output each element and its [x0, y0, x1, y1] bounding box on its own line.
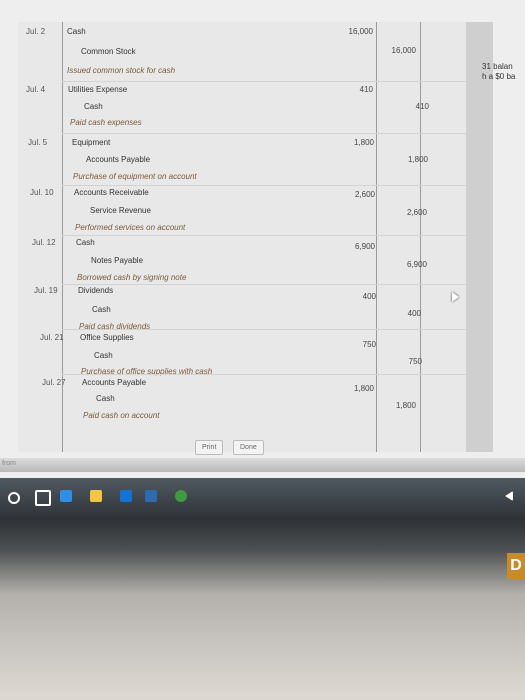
- debit-account: Utilities Expense: [68, 85, 128, 94]
- side-note-line-2: h a $0 ba: [482, 72, 516, 81]
- credit-account: Cash: [92, 305, 111, 314]
- bezel-letter: D: [507, 553, 525, 579]
- entry-date: Jul. 2: [26, 27, 46, 36]
- credit-amount: 2,600: [406, 208, 427, 217]
- chrome-icon[interactable]: [175, 490, 187, 502]
- entry-date: Jul. 12: [32, 238, 56, 247]
- row-separator: [62, 81, 467, 82]
- entry-date: Jul. 19: [34, 286, 58, 295]
- row-separator: [62, 329, 467, 330]
- credit-amount: 1,800: [395, 401, 416, 410]
- entry-description: Issued common stock for cash: [67, 66, 176, 75]
- monitor-bezel: [0, 518, 525, 700]
- journal-table: Jul. 2 Cash 16,000 Common Stock 16,000 I…: [18, 22, 493, 452]
- debit-amount: 6,900: [354, 242, 375, 251]
- entry-date: Jul. 5: [28, 138, 48, 147]
- credit-account: Cash: [96, 394, 115, 403]
- credit-amount: 6,900: [406, 260, 427, 269]
- done-button[interactable]: Done: [233, 440, 264, 455]
- entry-description: Purchase of equipment on account: [73, 172, 197, 181]
- bottom-fragment: from: [2, 460, 16, 467]
- debit-account: Accounts Payable: [82, 378, 147, 387]
- debit-account: Accounts Receivable: [74, 188, 149, 197]
- entry-description: Borrowed cash by signing note: [77, 273, 187, 282]
- debit-account: Office Supplies: [80, 333, 134, 342]
- entry-date: Jul. 10: [30, 188, 54, 197]
- debit-account: Cash: [67, 27, 86, 36]
- screen-area: Jul. 2 Cash 16,000 Common Stock 16,000 I…: [0, 0, 525, 480]
- search-icon[interactable]: [8, 492, 20, 504]
- mail-icon[interactable]: [145, 490, 157, 502]
- row-separator: [62, 284, 467, 285]
- store-icon[interactable]: [120, 490, 132, 502]
- entry-description: Paid cash on account: [83, 411, 160, 420]
- credit-account: Cash: [84, 102, 103, 111]
- side-note-line-1: 31 balan: [482, 62, 513, 71]
- debit-account: Dividends: [78, 286, 114, 295]
- edge-browser-icon[interactable]: [60, 490, 72, 502]
- credit-account: Cash: [94, 351, 113, 360]
- row-separator: [62, 374, 467, 375]
- debit-amount: 2,600: [354, 190, 375, 199]
- scroll-panel[interactable]: [466, 22, 493, 452]
- print-button[interactable]: Print: [195, 440, 224, 455]
- credit-account: Notes Payable: [91, 256, 144, 265]
- mouse-cursor-icon: [452, 292, 459, 302]
- credit-column-divider: [420, 22, 421, 452]
- notification-arrow-icon[interactable]: [505, 491, 513, 501]
- side-note: 31 balan h a $0 ba: [482, 62, 515, 82]
- credit-amount: 750: [408, 357, 422, 366]
- blurred-text-band: from: [0, 458, 525, 472]
- entry-description: Performed services on account: [75, 223, 186, 232]
- debit-amount: 1,800: [353, 384, 374, 393]
- task-view-icon[interactable]: [35, 490, 51, 506]
- file-explorer-icon[interactable]: [90, 490, 102, 502]
- credit-amount: 410: [415, 102, 429, 111]
- row-separator: [62, 133, 467, 134]
- row-separator: [62, 235, 467, 236]
- debit-amount: 1,800: [353, 138, 374, 147]
- credit-amount: 400: [407, 309, 421, 318]
- debit-amount: 400: [362, 292, 376, 301]
- date-column-divider: [62, 22, 63, 452]
- debit-account: Equipment: [72, 138, 111, 147]
- entry-date: Jul. 4: [26, 85, 46, 94]
- entry-description: Paid cash expenses: [70, 118, 142, 127]
- credit-account: Service Revenue: [90, 206, 151, 215]
- entry-date: Jul. 27: [42, 378, 66, 387]
- debit-account: Cash: [76, 238, 95, 247]
- debit-amount: 750: [362, 340, 376, 349]
- debit-column-divider: [376, 22, 377, 452]
- debit-amount: 16,000: [348, 27, 373, 36]
- entry-date: Jul. 21: [40, 333, 64, 342]
- credit-amount: 1,800: [407, 155, 428, 164]
- credit-amount: 16,000: [391, 46, 416, 55]
- credit-account: Accounts Payable: [86, 155, 151, 164]
- debit-amount: 410: [359, 85, 373, 94]
- taskbar: [0, 478, 525, 518]
- credit-account: Common Stock: [81, 47, 136, 56]
- row-separator: [62, 185, 467, 186]
